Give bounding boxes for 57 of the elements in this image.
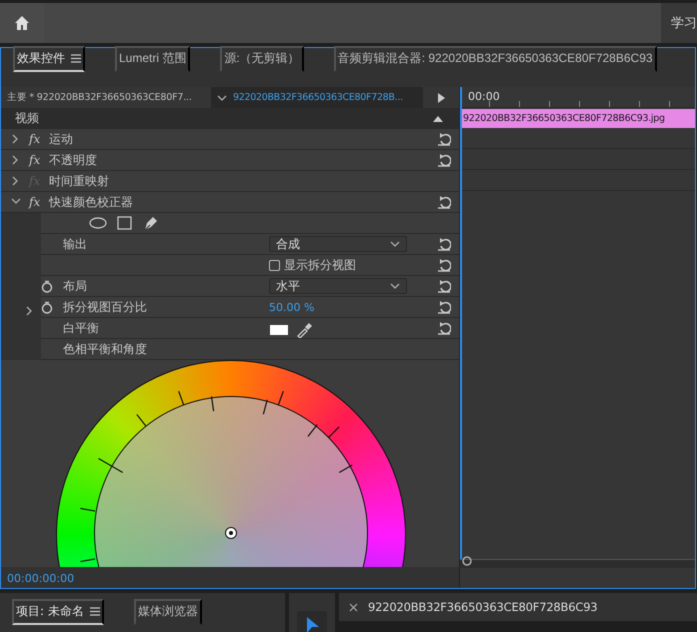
panel-tab[interactable]: 媒体浏览器 bbox=[134, 599, 202, 625]
effect-name: 运动 bbox=[49, 130, 73, 148]
reset-icon[interactable] bbox=[437, 279, 451, 293]
panel-tab[interactable]: 源:（无剪辑） bbox=[220, 46, 304, 72]
effect-name: 不透明度 bbox=[49, 152, 97, 168]
panel-tab[interactable]: 项目: 未命名 bbox=[12, 599, 104, 625]
chevron-down-icon bbox=[217, 94, 227, 102]
sequence-dropdown[interactable]: 922020BB32F36650363CE80F728B... bbox=[211, 87, 423, 108]
pointer-icon bbox=[306, 617, 318, 632]
collapse-icon[interactable] bbox=[433, 114, 443, 122]
menu-icon[interactable] bbox=[90, 606, 100, 617]
scroll-handle-icon[interactable] bbox=[462, 556, 472, 566]
play-icon bbox=[438, 92, 444, 102]
reset-icon[interactable] bbox=[437, 237, 451, 251]
time-label: 00:00 bbox=[468, 90, 500, 103]
timeline-clip[interactable]: 922020BB32F36650363CE80F728B6C93.jpg bbox=[460, 109, 695, 128]
reset-icon[interactable] bbox=[437, 258, 451, 272]
panel-tab[interactable]: 效果控件 bbox=[13, 46, 85, 72]
checkbox-label: 显示拆分视图 bbox=[284, 257, 356, 274]
reset-icon[interactable] bbox=[437, 153, 451, 167]
property-label: 输出 bbox=[63, 236, 87, 252]
panel-tab[interactable]: 音频剪辑混合器: 922020BB32F36650363CE80F728B6C93 bbox=[334, 46, 657, 72]
fx-toggle[interactable]: fx bbox=[29, 132, 49, 146]
effect-name: 快速颜色校正器 bbox=[49, 194, 133, 210]
reset-icon[interactable] bbox=[437, 300, 451, 314]
eyedropper-icon[interactable] bbox=[296, 322, 312, 338]
dropdown[interactable]: 水平 bbox=[269, 278, 407, 294]
stopwatch-icon[interactable] bbox=[41, 300, 53, 314]
value-field[interactable]: 50.00 % bbox=[269, 300, 314, 314]
property-label: 色相平衡和角度 bbox=[63, 340, 147, 358]
chevron-down-icon bbox=[390, 282, 400, 290]
reset-icon[interactable] bbox=[437, 195, 451, 209]
fx-toggle[interactable]: fx bbox=[29, 195, 49, 209]
timecode: 00:00:00:00 bbox=[6, 570, 76, 586]
close-icon[interactable] bbox=[349, 602, 358, 612]
rectangle-mask-icon[interactable] bbox=[117, 216, 132, 230]
home-button[interactable] bbox=[0, 3, 44, 43]
property-label: 白平衡 bbox=[63, 320, 99, 336]
ellipse-mask-icon[interactable] bbox=[89, 217, 107, 229]
selection-tool-button[interactable] bbox=[297, 611, 327, 632]
panel-tab[interactable]: Lumetri 范围 bbox=[115, 46, 190, 72]
stopwatch-icon[interactable] bbox=[41, 280, 53, 292]
chevron-down-icon bbox=[390, 240, 400, 248]
color-swatch[interactable] bbox=[270, 325, 288, 335]
menu-icon[interactable] bbox=[71, 53, 81, 64]
dropdown[interactable]: 合成 bbox=[269, 236, 407, 252]
home-icon bbox=[14, 15, 30, 31]
property-label: 布局 bbox=[63, 278, 87, 294]
effect-name: 时间重映射 bbox=[49, 172, 109, 190]
reset-icon[interactable] bbox=[437, 132, 451, 146]
workspace-tab[interactable]: 学习 bbox=[661, 3, 697, 43]
checkbox[interactable] bbox=[269, 260, 280, 271]
reset-icon[interactable] bbox=[437, 321, 451, 335]
pen-icon[interactable] bbox=[142, 216, 158, 230]
fx-toggle[interactable]: fx bbox=[29, 153, 49, 167]
section-label: 视频 bbox=[15, 110, 39, 126]
property-label: 拆分视图百分比 bbox=[63, 298, 147, 316]
